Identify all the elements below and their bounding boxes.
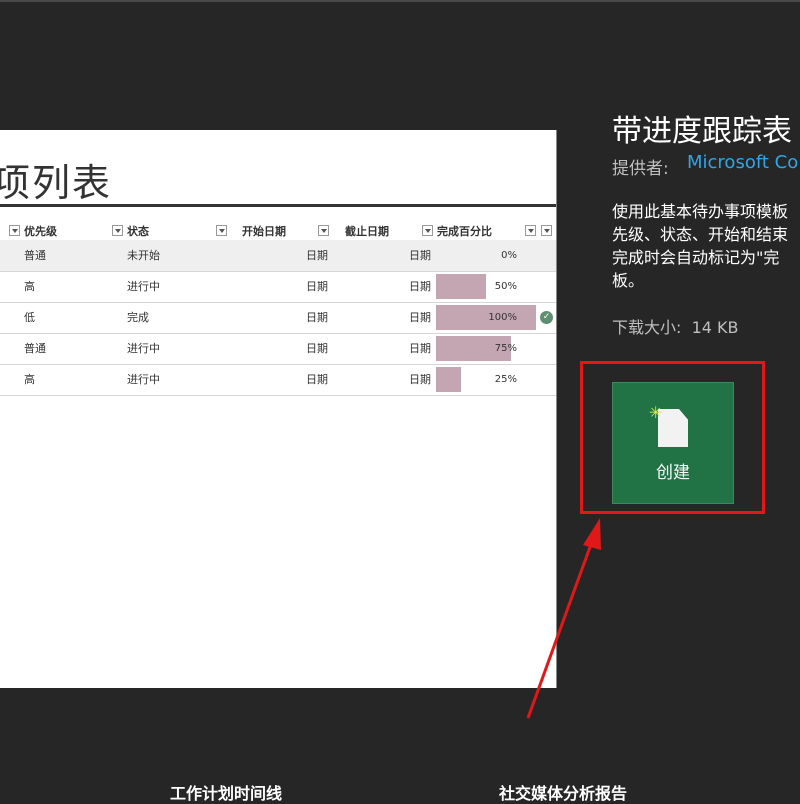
sheet-title: 项列表 bbox=[0, 161, 113, 205]
end-date-cell: 日期 bbox=[409, 342, 431, 355]
progress-bar bbox=[436, 274, 486, 299]
table-row: 普通 未开始 日期 日期 0% bbox=[0, 240, 556, 272]
end-date-cell: 日期 bbox=[409, 249, 431, 262]
template-link-social-media[interactable]: 社交媒体分析报告 bbox=[499, 780, 627, 804]
filter-dropdown-icon bbox=[9, 225, 20, 236]
start-date-cell: 日期 bbox=[306, 342, 328, 355]
progress-bar bbox=[436, 367, 461, 392]
download-size-label: 下载大小: bbox=[612, 318, 682, 337]
description-line: 板。 bbox=[612, 271, 645, 290]
column-header-start-date: 开始日期 bbox=[242, 225, 286, 238]
new-document-icon bbox=[658, 409, 688, 447]
percent-cell: 75% bbox=[494, 343, 517, 354]
end-date-cell: 日期 bbox=[409, 280, 431, 293]
title-rule bbox=[0, 204, 556, 207]
start-date-cell: 日期 bbox=[306, 373, 328, 386]
end-date-cell: 日期 bbox=[409, 311, 431, 324]
template-link-work-plan[interactable]: 工作计划时间线 bbox=[170, 780, 282, 804]
priority-cell: 普通 bbox=[24, 249, 46, 262]
start-date-cell: 日期 bbox=[306, 249, 328, 262]
table-row: 高 进行中 日期 日期 25% bbox=[0, 364, 556, 396]
create-button[interactable]: ✳ 创建 bbox=[612, 382, 734, 504]
priority-cell: 高 bbox=[24, 280, 35, 293]
percent-cell: 25% bbox=[494, 374, 517, 385]
status-cell: 进行中 bbox=[127, 373, 160, 386]
column-header-status: 状态 bbox=[127, 225, 149, 238]
status-cell: 进行中 bbox=[127, 342, 160, 355]
column-header-priority: 优先级 bbox=[24, 225, 57, 238]
status-cell: 完成 bbox=[127, 311, 149, 324]
filter-dropdown-icon bbox=[318, 225, 329, 236]
template-preview: 项列表 优先级 状态 开始日期 截止日期 完成百分比 普通 未开始 日期 日期 … bbox=[0, 130, 557, 688]
filter-dropdown-icon bbox=[216, 225, 227, 236]
download-size: 下载大小: 14 KB bbox=[612, 314, 739, 338]
provider-label: 提供者: bbox=[612, 159, 669, 179]
table-row: 普通 进行中 日期 日期 75% bbox=[0, 333, 556, 365]
description-line: 先级、状态、开始和结束 bbox=[612, 225, 789, 244]
status-cell: 未开始 bbox=[127, 249, 160, 262]
percent-cell: 0% bbox=[501, 250, 517, 261]
start-date-cell: 日期 bbox=[306, 311, 328, 324]
filter-dropdown-icon bbox=[541, 225, 552, 236]
description-line: 使用此基本待办事项模板 bbox=[612, 202, 789, 221]
percent-cell: 100% bbox=[488, 312, 517, 323]
priority-cell: 低 bbox=[24, 311, 35, 324]
sparkle-icon: ✳ bbox=[649, 403, 663, 422]
column-header-end-date: 截止日期 bbox=[345, 225, 389, 238]
priority-cell: 高 bbox=[24, 373, 35, 386]
priority-cell: 普通 bbox=[24, 342, 46, 355]
create-button-label: 创建 bbox=[656, 463, 690, 483]
end-date-cell: 日期 bbox=[409, 373, 431, 386]
filter-dropdown-icon bbox=[525, 225, 536, 236]
download-size-value: 14 KB bbox=[691, 318, 739, 337]
table-row: 高 进行中 日期 日期 50% bbox=[0, 271, 556, 303]
start-date-cell: 日期 bbox=[306, 280, 328, 293]
progress-bar bbox=[436, 305, 536, 330]
top-divider bbox=[0, 0, 800, 2]
template-title: 带进度跟踪表 bbox=[612, 114, 792, 149]
status-cell: 进行中 bbox=[127, 280, 160, 293]
percent-cell: 50% bbox=[494, 281, 517, 292]
check-circle-icon: ✓ bbox=[540, 311, 553, 324]
filter-dropdown-icon bbox=[422, 225, 433, 236]
filter-dropdown-icon bbox=[112, 225, 123, 236]
column-header-percent: 完成百分比 bbox=[437, 225, 492, 238]
template-description: 使用此基本待办事项模板 先级、状态、开始和结束 完成时会自动标记为"完 板。 bbox=[612, 200, 800, 292]
description-line: 完成时会自动标记为"完 bbox=[612, 248, 780, 267]
table-row: 低 完成 日期 日期 100% ✓ bbox=[0, 302, 556, 334]
provider-link[interactable]: Microsoft Co bbox=[687, 152, 798, 173]
